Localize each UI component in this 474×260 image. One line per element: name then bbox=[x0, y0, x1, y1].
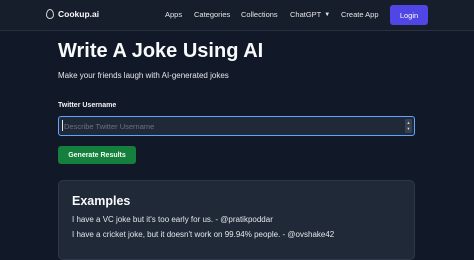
top-navbar: Cookup.ai Apps Categories Collections Ch… bbox=[0, 0, 474, 31]
login-button[interactable]: Login bbox=[390, 5, 428, 25]
page-subtitle: Make your friends laugh with AI-generate… bbox=[58, 71, 229, 80]
brand-logo[interactable]: Cookup.ai bbox=[46, 9, 99, 19]
page-title: Write A Joke Using AI bbox=[58, 40, 264, 62]
text-cursor bbox=[62, 120, 63, 131]
nav-link-categories[interactable]: Categories bbox=[194, 10, 230, 19]
input-scroll-stepper[interactable]: ▲ ▼ bbox=[405, 119, 412, 133]
twitter-username-input[interactable] bbox=[64, 121, 394, 131]
example-joke-item: I have a cricket joke, but it doesn't wo… bbox=[72, 230, 335, 239]
nav-link-apps[interactable]: Apps bbox=[165, 10, 182, 19]
twitter-username-field[interactable]: ▲ ▼ bbox=[58, 116, 415, 136]
twitter-username-label: Twitter Username bbox=[58, 102, 117, 109]
brand-name: Cookup.ai bbox=[58, 9, 100, 19]
nav-link-create-app[interactable]: Create App bbox=[341, 10, 379, 19]
example-joke-item: I have a VC joke but it's too early for … bbox=[72, 215, 273, 224]
generate-results-button[interactable]: Generate Results bbox=[58, 146, 136, 164]
stepper-down-icon: ▼ bbox=[406, 126, 411, 131]
nav-link-collections[interactable]: Collections bbox=[241, 10, 278, 19]
nav-link-chatgpt[interactable]: ChatGPT ▼ bbox=[290, 10, 330, 19]
chevron-down-icon: ▼ bbox=[324, 12, 331, 18]
examples-card: Examples I have a VC joke but it's too e… bbox=[58, 180, 415, 260]
cookup-logo-icon bbox=[46, 9, 54, 19]
examples-heading: Examples bbox=[72, 194, 131, 208]
nav-link-chatgpt-label: ChatGPT bbox=[290, 10, 322, 19]
